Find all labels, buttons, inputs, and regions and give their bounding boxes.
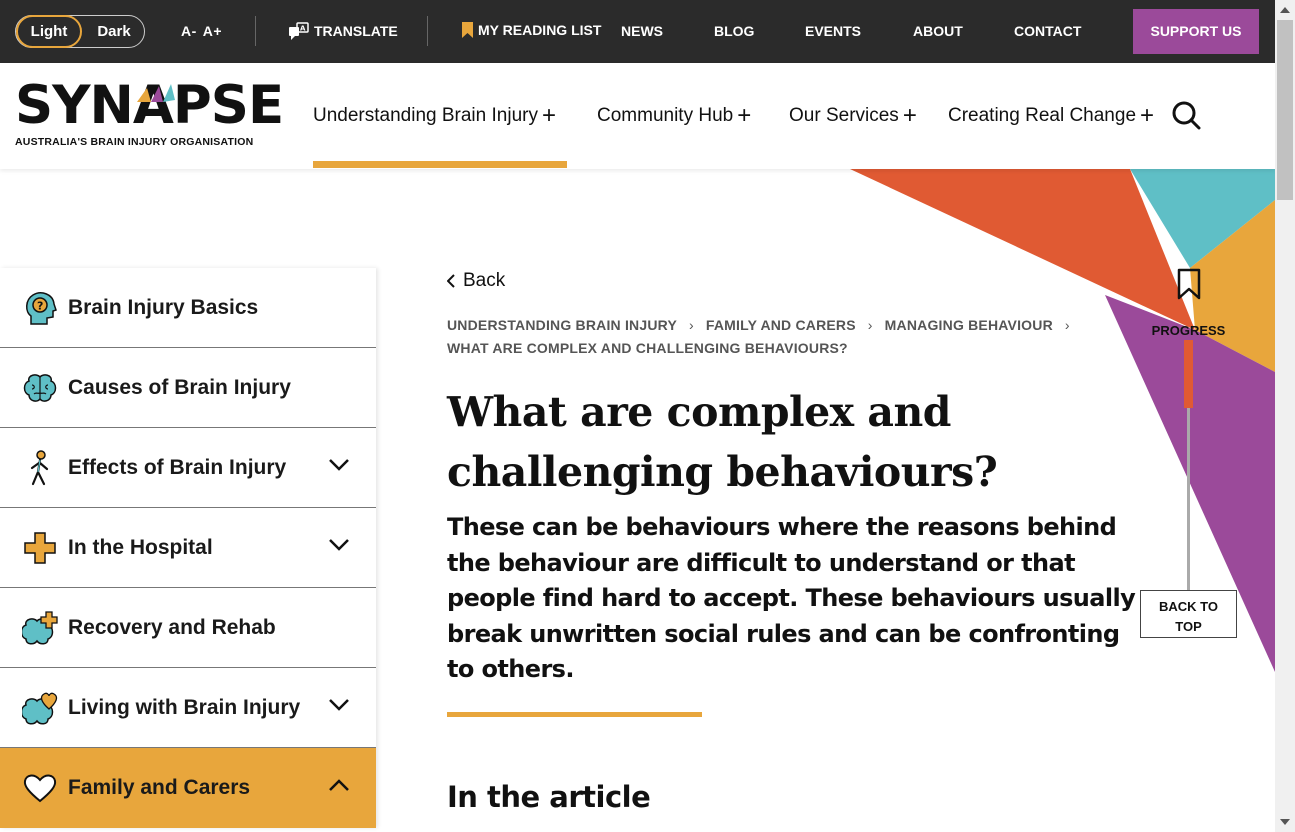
page-title-line: challenging behaviours?: [447, 448, 998, 496]
sidebar-item-label: Living with Brain Injury: [68, 695, 301, 719]
chevron-left-icon: [447, 274, 455, 288]
sidebar-item-label: Effects of Brain Injury: [68, 455, 287, 479]
lead-paragraph: These can be behaviours where the reason…: [447, 513, 1136, 683]
scroll-up-arrow-icon[interactable]: [1275, 2, 1295, 18]
chevron-down-icon[interactable]: [328, 698, 350, 712]
sidebar-item-causes-of-brain-injury[interactable]: Causes of Brain Injury: [0, 348, 376, 428]
nav-label: Community Hub: [597, 105, 734, 126]
nav-community-hub[interactable]: Community Hub +: [597, 102, 752, 129]
nav-our-services[interactable]: Our Services +: [789, 102, 917, 129]
chevron-right-icon: ›: [689, 317, 694, 333]
accent-divider: [447, 712, 702, 717]
heart-icon: [22, 770, 58, 806]
plus-icon: +: [1140, 102, 1155, 129]
sidebar-item-brain-injury-basics[interactable]: ? Brain Injury Basics: [0, 268, 376, 348]
sidebar-item-effects-of-brain-injury[interactable]: Effects of Brain Injury: [0, 428, 376, 508]
logo-accent-icon: [137, 84, 175, 102]
back-label: Back: [463, 270, 506, 291]
sidebar-item-label: In the Hospital: [68, 535, 213, 559]
back-to-top-button[interactable]: BACK TO TOP: [1140, 590, 1237, 638]
bookmark-icon[interactable]: [1177, 268, 1201, 300]
section-sidebar: ? Brain Injury Basics Causes of Brain In…: [0, 268, 376, 828]
sidebar-item-in-the-hospital[interactable]: In the Hospital: [0, 508, 376, 588]
chevron-down-icon[interactable]: [328, 538, 350, 552]
nav-understanding-brain-injury[interactable]: Understanding Brain Injury +: [313, 102, 556, 129]
scrollbar-thumb[interactable]: [1277, 20, 1293, 200]
in-the-article-heading: In the article: [447, 780, 651, 814]
nav-creating-real-change[interactable]: Creating Real Change +: [948, 102, 1155, 129]
page-title-line: What are complex and: [447, 388, 951, 436]
sidebar-item-label: Causes of Brain Injury: [68, 375, 291, 399]
page-scrollbar[interactable]: [1275, 0, 1295, 832]
nav-label: Understanding Brain Injury: [313, 105, 538, 126]
brain-plus-icon: [22, 610, 58, 646]
scroll-down-arrow-icon[interactable]: [1275, 814, 1295, 830]
person-walking-icon: [22, 449, 58, 486]
sidebar-item-label: Recovery and Rehab: [68, 615, 276, 639]
sidebar-item-recovery-and-rehab[interactable]: Recovery and Rehab: [0, 588, 376, 668]
nav-label: Our Services: [789, 105, 899, 126]
nav-label: Creating Real Change: [948, 105, 1137, 126]
article-content: Back UNDERSTANDING BRAIN INJURY › FAMILY A…: [447, 270, 1137, 688]
plus-icon: +: [541, 102, 556, 129]
logo-tagline: AUSTRALIA'S BRAIN INJURY ORGANISATION: [15, 136, 254, 148]
back-link[interactable]: Back: [447, 270, 1137, 292]
medical-cross-icon: [22, 530, 58, 566]
sidebar-item-label: Family and Carers: [68, 776, 251, 799]
brain-icon: [22, 370, 58, 406]
back-to-top-label: TOP: [1175, 619, 1202, 634]
sidebar-item-living-with-brain-injury[interactable]: Living with Brain Injury: [0, 668, 376, 748]
svg-text:?: ?: [37, 299, 43, 312]
back-to-top-label: BACK TO: [1159, 599, 1218, 614]
site-logo[interactable]: SYNAPSE AUSTRALIA'S BRAIN INJURY ORGANIS…: [15, 79, 284, 148]
chevron-right-icon: ›: [867, 317, 873, 333]
search-icon[interactable]: [1170, 99, 1202, 131]
breadcrumb-item[interactable]: FAMILY AND CARERS: [706, 317, 856, 333]
main-header: SYNAPSE AUSTRALIA'S BRAIN INJURY ORGANIS…: [0, 63, 1275, 169]
progress-fill: [1184, 340, 1193, 408]
plus-icon: +: [737, 102, 752, 129]
chevron-down-icon[interactable]: [328, 458, 350, 472]
breadcrumb-item[interactable]: MANAGING BEHAVIOUR: [885, 317, 1053, 333]
chevron-right-icon: ›: [1064, 317, 1070, 333]
brain-heart-icon: [22, 690, 58, 726]
head-question-icon: ?: [22, 290, 58, 326]
breadcrumb: UNDERSTANDING BRAIN INJURY › FAMILY AND CA…: [447, 314, 1137, 360]
breadcrumb-current: WHAT ARE COMPLEX AND CHALLENGING BEHAVIO…: [447, 340, 848, 356]
sidebar-item-family-and-carers[interactable]: Family and Carers: [0, 748, 376, 828]
breadcrumb-item[interactable]: UNDERSTANDING BRAIN INJURY: [447, 317, 677, 333]
plus-icon: +: [902, 102, 917, 129]
page-title: What are complex and challenging behavio…: [447, 382, 1137, 502]
chevron-up-icon[interactable]: [328, 778, 350, 792]
progress-label: PROGRESS: [1151, 323, 1226, 338]
sidebar-item-label: Brain Injury Basics: [68, 295, 259, 319]
active-nav-indicator: [313, 161, 567, 168]
